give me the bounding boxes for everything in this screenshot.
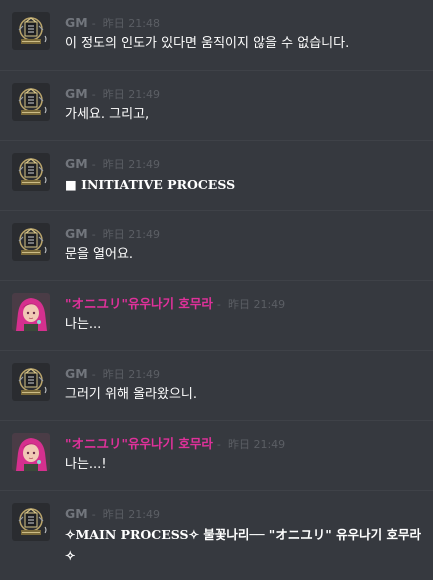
message-text: 나는... xyxy=(65,317,102,332)
separator: - xyxy=(91,228,96,241)
author-name[interactable]: "オニユリ"유우나기 호무라 xyxy=(65,436,213,451)
chat-log: GM - 昨日 21:48 이 정도의 인도가 있다면 움직이지 않을 수 없습니… xyxy=(0,0,433,580)
message: GM - 昨日 21:49 ■ INITIATIVE PROCESS xyxy=(0,140,433,210)
pink-hair-character-icon xyxy=(12,433,50,471)
message-text: 가세요. 그리고, xyxy=(65,107,150,122)
author-name[interactable]: GM xyxy=(65,226,88,241)
timestamp: 昨日 21:49 xyxy=(227,438,286,451)
message: GM - 昨日 21:49 그러기 위해 올라왔으니. xyxy=(0,350,433,420)
player-avatar[interactable] xyxy=(12,433,50,471)
separator: - xyxy=(91,368,96,381)
separator: - xyxy=(91,158,96,171)
message-text: 이 정도의 인도가 있다면 움직이지 않을 수 없습니다. xyxy=(65,36,350,51)
message: "オニユリ"유우나기 호무라 - 昨日 21:49 나는... xyxy=(0,280,433,350)
separator: - xyxy=(91,88,96,101)
message-header: "オニユリ"유우나기 호무라 - 昨日 21:49 xyxy=(65,434,285,452)
separator: - xyxy=(216,298,221,311)
message-text: ■ INITIATIVE PROCESS xyxy=(65,177,236,192)
author-name[interactable]: GM xyxy=(65,506,88,521)
message-text: ✧MAIN PROCESS✧ 불꽃나리── "オニユリ" 유우나기 호무라 ✧ xyxy=(65,527,422,563)
message-header: GM - 昨日 21:49 xyxy=(65,154,160,172)
message-text: 문을 열어요. xyxy=(65,247,134,262)
gm-emblem-icon xyxy=(12,153,50,191)
separator: - xyxy=(216,438,221,451)
timestamp: 昨日 21:49 xyxy=(102,368,160,381)
gm-emblem-icon xyxy=(12,503,50,541)
gm-avatar[interactable] xyxy=(12,83,50,121)
message: "オニユリ"유우나기 호무라 - 昨日 21:49 나는...! xyxy=(0,420,433,490)
player-avatar[interactable] xyxy=(12,293,50,331)
message-header: GM - 昨日 21:49 xyxy=(65,84,160,102)
message-text: 나는...! xyxy=(65,457,107,472)
gm-avatar[interactable] xyxy=(12,363,50,401)
gm-emblem-icon xyxy=(12,223,50,261)
gm-emblem-icon xyxy=(12,12,50,50)
author-name[interactable]: GM xyxy=(65,86,88,101)
gm-emblem-icon xyxy=(12,83,50,121)
author-name[interactable]: "オニユリ"유우나기 호무라 xyxy=(65,296,213,311)
message: GM - 昨日 21:49 가세요. 그리고, xyxy=(0,70,433,140)
author-name[interactable]: GM xyxy=(65,366,88,381)
timestamp: 昨日 21:49 xyxy=(227,298,286,311)
message-header: GM - 昨日 21:49 xyxy=(65,224,160,242)
message-text: 그러기 위해 올라왔으니. xyxy=(65,387,197,402)
author-name[interactable]: GM xyxy=(65,156,88,171)
message-header: "オニユリ"유우나기 호무라 - 昨日 21:49 xyxy=(65,294,285,312)
gm-avatar[interactable] xyxy=(12,223,50,261)
gm-emblem-icon xyxy=(12,363,50,401)
gm-avatar[interactable] xyxy=(12,153,50,191)
timestamp: 昨日 21:49 xyxy=(102,158,160,171)
timestamp: 昨日 21:49 xyxy=(102,508,160,521)
message: GM - 昨日 21:49 ✧MAIN PROCESS✧ 불꽃나리── "オニユリ… xyxy=(0,490,433,580)
message-header: GM - 昨日 21:49 xyxy=(65,364,160,382)
message-header: GM - 昨日 21:48 xyxy=(65,13,160,31)
author-name[interactable]: GM xyxy=(65,15,88,30)
message: GM - 昨日 21:48 이 정도의 인도가 있다면 움직이지 않을 수 없습니… xyxy=(0,0,433,70)
timestamp: 昨日 21:49 xyxy=(102,228,160,241)
message-header: GM - 昨日 21:49 xyxy=(65,504,160,522)
timestamp: 昨日 21:49 xyxy=(102,88,160,101)
timestamp: 昨日 21:48 xyxy=(102,17,160,30)
pink-hair-character-icon xyxy=(12,293,50,331)
separator: - xyxy=(91,508,96,521)
separator: - xyxy=(91,17,96,30)
gm-avatar[interactable] xyxy=(12,12,50,50)
message: GM - 昨日 21:49 문을 열어요. xyxy=(0,210,433,280)
gm-avatar[interactable] xyxy=(12,503,50,541)
